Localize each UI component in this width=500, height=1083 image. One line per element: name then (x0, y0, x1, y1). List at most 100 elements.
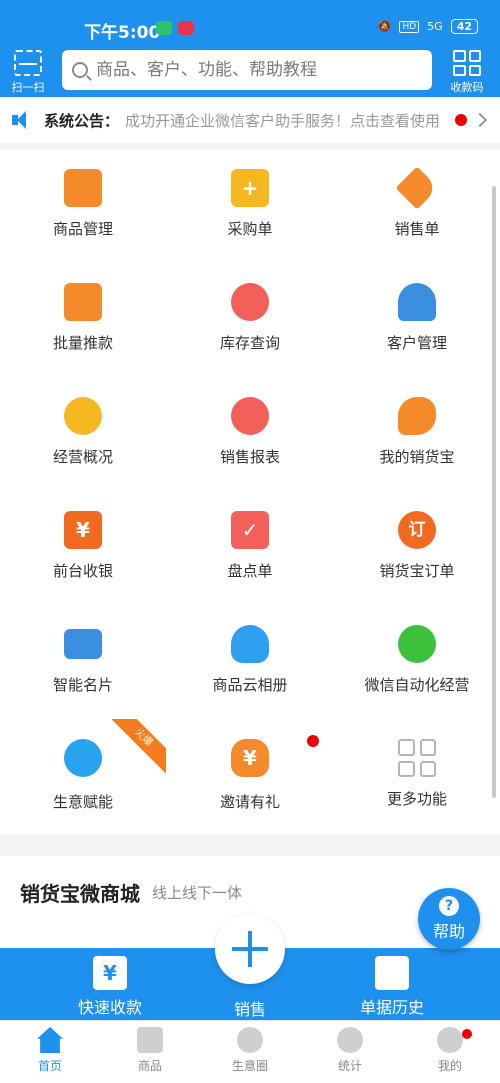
grid-item-invite-reward[interactable]: ¥ 邀请有礼 (167, 719, 333, 833)
user-icon (437, 1027, 463, 1053)
sale-label-wrap[interactable]: 销售 (210, 996, 290, 1020)
hot-ribbon-text: 火爆 (112, 719, 166, 773)
yuan-glyph: ¥ (76, 518, 90, 542)
clipboard-share-icon (64, 283, 102, 321)
purchase-bag-icon: + (231, 169, 269, 207)
grid-item-front-cashier[interactable]: ¥ 前台收银 (0, 491, 166, 605)
document-clock-icon (375, 956, 409, 990)
tab-business-circle[interactable]: 生意圈 (210, 1027, 290, 1074)
chevron-right-icon[interactable] (472, 112, 488, 128)
yuan-glyph: ¥ (243, 746, 257, 770)
grid-item-purchase-order[interactable]: + 采购单 (167, 149, 333, 263)
yuan-icon: ¥ (93, 956, 127, 990)
question-icon: ? (439, 896, 459, 916)
scan-label: 扫一扫 (11, 81, 45, 94)
feature-grid: 商品管理 + 采购单 销售单 批量推款 库存查询 客户管理 经营概况 销售报表 … (0, 149, 500, 835)
sale-plus-button[interactable] (215, 914, 285, 984)
notification-dot (462, 1029, 472, 1039)
tab-statistics[interactable]: 统计 (310, 1027, 390, 1074)
grid-item-more[interactable]: 更多功能 (334, 719, 500, 833)
grid-item-label: 邀请有礼 (219, 793, 280, 811)
cloud-album-icon (231, 625, 269, 663)
grid-item-product-management[interactable]: 商品管理 (0, 149, 166, 263)
order-icon: 订 (398, 511, 436, 549)
system-notice[interactable]: 系统公告： 成功开通企业微信客户助手服务！点击查看使用 (0, 97, 500, 143)
grid-item-wechat-automation[interactable]: 微信自动化经营 (334, 605, 500, 719)
help-button[interactable]: ? 帮助 (418, 888, 480, 950)
order-history-label: 单据历史 (359, 998, 424, 1017)
grid-item-business-empower[interactable]: 生意赋能 火爆 (0, 719, 166, 833)
grid-item-business-overview[interactable]: 经营概况 (0, 377, 166, 491)
grid-item-cloud-album[interactable]: 商品云相册 (167, 605, 333, 719)
tab-label: 首页 (37, 1059, 62, 1073)
sales-bao-icon (398, 397, 436, 435)
tab-home[interactable]: 首页 (10, 1027, 90, 1074)
order-history-button[interactable]: 单据历史 (352, 956, 432, 1018)
signal-icon: 5G (427, 20, 443, 33)
inventory-check-icon: ✓ (231, 511, 269, 549)
quick-pay-button[interactable]: ¥ 快速收款 (70, 956, 150, 1018)
grid-item-label: 商品云相册 (212, 676, 288, 694)
unread-dot (455, 114, 468, 126)
payment-code-button[interactable]: 收款码 (448, 50, 486, 94)
grid-item-customer-management[interactable]: 客户管理 (334, 263, 500, 377)
report-tag-icon (231, 397, 269, 435)
wechat-notification-icon (156, 21, 172, 35)
pie-chart-icon (337, 1027, 363, 1053)
tab-label: 统计 (337, 1059, 362, 1073)
grid-item-label: 批量推款 (52, 334, 113, 352)
hd-icon: HD (399, 20, 420, 33)
tab-label: 我的 (437, 1059, 462, 1073)
shopping-bag-icon (64, 169, 102, 207)
scan-icon (14, 50, 42, 76)
status-bar: 下午5:00 🔕 HD 5G 42 (0, 0, 500, 43)
hot-ribbon: 火爆 (112, 719, 166, 773)
home-search-icon (231, 283, 269, 321)
sale-label: 销售 (233, 1000, 266, 1019)
search-icon (72, 62, 88, 78)
payment-code-label: 收款码 (450, 81, 484, 94)
tab-products[interactable]: 商品 (110, 1027, 190, 1074)
status-time: 下午5:00 (84, 23, 161, 43)
grid-item-stock-query[interactable]: 库存查询 (167, 263, 333, 377)
grid-item-label: 经营概况 (52, 448, 113, 466)
mute-icon: 🔕 (377, 20, 392, 33)
grid-item-sales-report[interactable]: 销售报表 (167, 377, 333, 491)
qr-code-icon (453, 50, 481, 76)
speaker-icon (12, 110, 32, 130)
grid-item-label: 客户管理 (386, 334, 447, 352)
status-indicators: 🔕 HD 5G 42 (378, 19, 478, 34)
grid-item-stocktake[interactable]: ✓ 盘点单 (167, 491, 333, 605)
bag-icon (137, 1027, 163, 1053)
clover-icon (64, 739, 102, 777)
order-glyph: 订 (408, 520, 426, 540)
business-card-icon (64, 629, 102, 659)
person-icon (398, 283, 436, 321)
grid-item-label: 盘点单 (227, 562, 273, 580)
mall-title: 销货宝微商城 (20, 882, 140, 906)
growth-chart-icon (64, 397, 102, 435)
app-notification-icon (178, 21, 194, 35)
grid-item-label: 库存查询 (219, 334, 280, 352)
grid-item-label: 生意赋能 (52, 793, 113, 811)
new-badge-dot (307, 735, 319, 747)
grid-item-batch-push[interactable]: 批量推款 (0, 263, 166, 377)
grid-item-label: 微信自动化经营 (364, 676, 470, 694)
notice-text: 成功开通企业微信客户助手服务！点击查看使用 (125, 111, 441, 130)
search-input[interactable] (96, 60, 416, 80)
mall-subtitle: 线上线下一体 (152, 884, 243, 902)
app-header: 下午5:00 🔕 HD 5G 42 扫一扫 收款码 (0, 0, 500, 97)
scrollbar[interactable] (492, 186, 496, 798)
grid-item-smart-card[interactable]: 智能名片 (0, 605, 166, 719)
money-bag-icon: ¥ (231, 739, 269, 777)
grid-item-my-sales-bao[interactable]: 我的销货宝 (334, 377, 500, 491)
tab-label: 生意圈 (231, 1059, 268, 1073)
scan-button[interactable]: 扫一扫 (10, 50, 46, 94)
grid-item-sales-bao-order[interactable]: 订 销货宝订单 (334, 491, 500, 605)
grid-item-label: 我的销货宝 (379, 448, 455, 466)
grid-item-label: 销售单 (394, 220, 440, 238)
grid-item-sales-order[interactable]: 销售单 (334, 149, 500, 263)
help-label: 帮助 (432, 922, 465, 941)
search-bar[interactable] (62, 50, 432, 90)
tab-mine[interactable]: 我的 (410, 1027, 490, 1074)
